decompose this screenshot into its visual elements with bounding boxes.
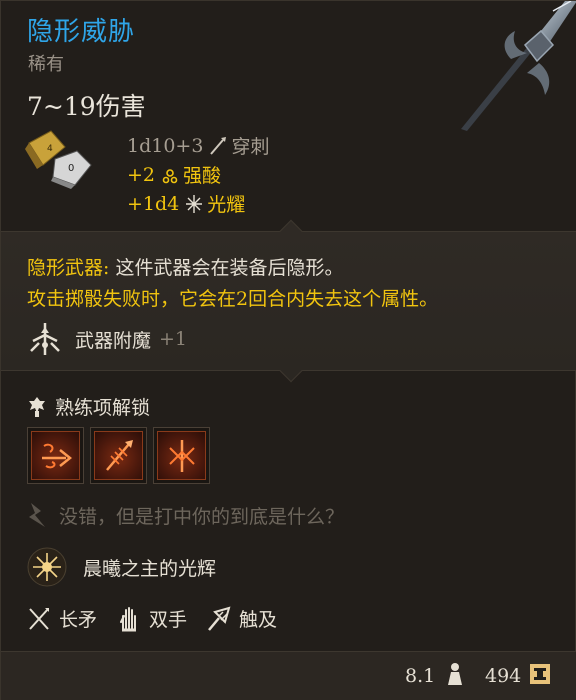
action-3-icon — [168, 439, 195, 472]
item-rarity: 稀有 — [28, 54, 64, 75]
property-label: 触及 — [239, 609, 278, 631]
damage-type: 光耀 — [207, 194, 246, 216]
radiant-icon — [186, 194, 203, 213]
special-text: 晨曦之主的光辉 — [83, 557, 217, 580]
enchantment-row: 武器附魔 +1 — [27, 321, 187, 357]
property-spear[interactable]: 长矛 — [27, 605, 97, 632]
proficiency-icon — [29, 396, 45, 417]
enchantment-value: +1 — [159, 328, 188, 350]
enchantment-label: 武器附魔 — [75, 329, 152, 352]
property-label: 双手 — [149, 609, 188, 631]
action-slot[interactable] — [153, 427, 210, 484]
acid-icon — [162, 168, 178, 183]
action-icon-frame — [94, 431, 143, 480]
flavor-row: 没错，但是打中你的到底是什么？ — [27, 501, 344, 529]
item-name: 隐形威胁 — [27, 17, 136, 47]
damage-dice: +2 — [127, 163, 156, 186]
proficiency-header: 熟练项解锁 — [27, 393, 150, 420]
weight-value: 8.1 — [405, 665, 436, 687]
dice-icon: 4 0 — [25, 130, 92, 189]
flavor-text: 没错，但是打中你的到底是什么？ — [59, 505, 345, 528]
quote-icon — [29, 503, 45, 527]
property-two-handed[interactable]: 双手 — [117, 605, 187, 632]
damage-line-base: 1d10+3 穿刺 — [127, 131, 269, 160]
special-row[interactable]: 晨曦之主的光辉 — [27, 547, 216, 587]
damage-line-acid: +2 强酸 — [127, 160, 269, 189]
spear-item-icon — [461, 1, 576, 131]
property-label: 长矛 — [59, 609, 98, 631]
sun-icon — [27, 547, 67, 587]
action-slot[interactable] — [90, 427, 147, 484]
action-icon-frame — [157, 431, 206, 480]
piercing-icon — [210, 136, 227, 155]
two-handed-icon — [120, 606, 137, 631]
damage-dice: 1d10+3 — [127, 134, 204, 157]
weapon-properties: 长矛 双手 触及 — [27, 605, 297, 632]
damage-line-radiant: +1d4 光耀 — [127, 189, 269, 218]
description-keyword: 隐形武器: — [27, 257, 110, 279]
action-1-icon — [41, 443, 72, 468]
spear-type-icon — [29, 607, 49, 630]
item-tooltip: 隐形威胁 稀有 7~19伤害 4 0 1d10+3 穿刺 +2 强酸 +1d4 … — [0, 0, 576, 700]
action-2-icon — [105, 439, 133, 471]
svg-text:0: 0 — [68, 163, 74, 174]
damage-range: 7~19伤害 — [27, 92, 146, 121]
gold-value: 494 — [485, 665, 522, 687]
proficiency-title: 熟练项解锁 — [55, 397, 151, 419]
description-line-1: 隐形武器: 这件武器会在装备后隐形。 — [27, 253, 343, 280]
action-icon-frame — [31, 431, 80, 480]
description-text: 这件武器会在装备后隐形。 — [109, 257, 344, 279]
property-reach[interactable]: 触及 — [207, 605, 277, 632]
description-line-2: 攻击掷骰失败时，它会在2回合内失去这个属性。 — [27, 288, 439, 310]
reach-icon — [208, 606, 231, 631]
action-slot[interactable] — [27, 427, 84, 484]
weight-icon — [448, 663, 462, 685]
gold-icon — [530, 664, 550, 684]
damage-type: 强酸 — [183, 165, 222, 187]
damage-type: 穿刺 — [231, 136, 270, 158]
tooltip-header: 隐形威胁 稀有 7~19伤害 4 0 1d10+3 穿刺 +2 强酸 +1d4 … — [1, 1, 576, 231]
svg-text:4: 4 — [47, 144, 53, 154]
proficiency-actions — [27, 427, 210, 484]
damage-dice: +1d4 — [127, 192, 180, 215]
enchantment-icon — [30, 323, 60, 355]
damage-breakdown: 1d10+3 穿刺 +2 强酸 +1d4 光耀 — [127, 131, 269, 218]
